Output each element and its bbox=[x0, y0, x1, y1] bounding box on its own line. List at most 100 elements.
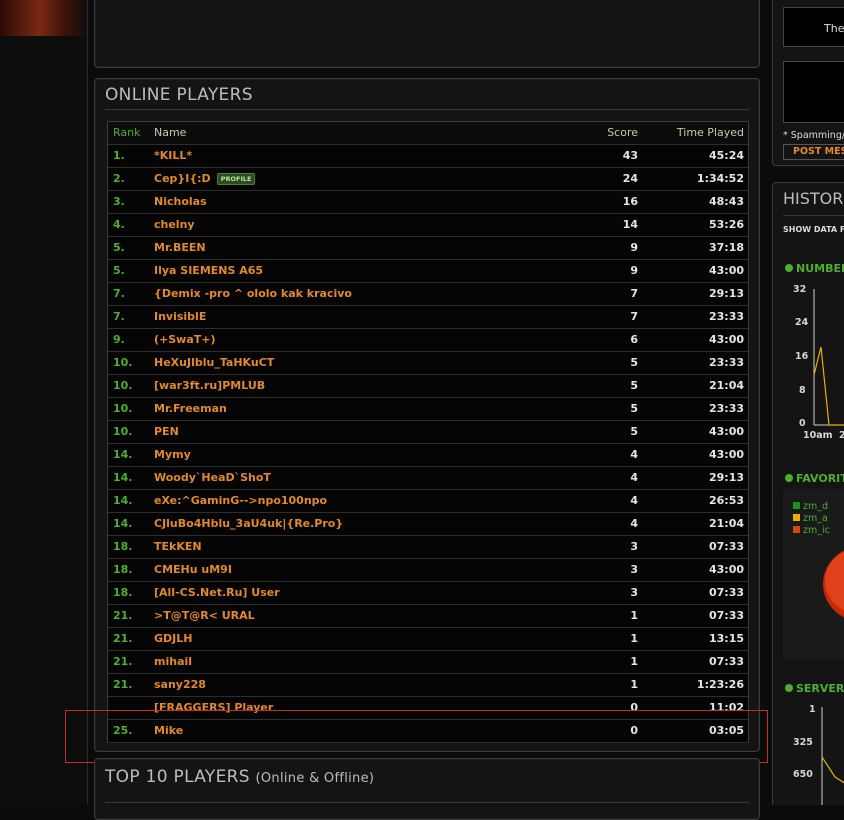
top10-panel: TOP 10 PLAYERS (Online & Offline) bbox=[94, 758, 760, 820]
player-score: 7 bbox=[630, 310, 638, 323]
player-rank: 14. bbox=[113, 448, 133, 461]
player-score: 1 bbox=[630, 609, 638, 622]
player-name-link[interactable]: Cep}I{:D PROFILE bbox=[154, 172, 256, 185]
player-time-played: 03:05 bbox=[708, 724, 744, 737]
table-row: 14. CJluBo4Hblu_3aU4uk|{Re.Pro} 4 21:04 bbox=[108, 513, 748, 536]
player-name-link[interactable]: (+SwaT+) bbox=[154, 333, 216, 346]
player-name-link[interactable]: CJluBo4Hblu_3aU4uk|{Re.Pro} bbox=[154, 517, 343, 530]
player-name-link[interactable]: sany228 bbox=[154, 678, 206, 691]
player-name-link[interactable]: chelny bbox=[154, 218, 195, 231]
player-score: 4 bbox=[630, 517, 638, 530]
table-row: 10. HeXuJlblu_TaHKuCT 5 23:33 bbox=[108, 352, 748, 375]
legend-swatch bbox=[793, 526, 800, 533]
y-tick: 16 bbox=[795, 351, 809, 362]
player-name-link[interactable]: [All-CS.Net.Ru] User bbox=[154, 586, 280, 599]
header-glow bbox=[0, 0, 88, 36]
player-score: 5 bbox=[630, 356, 638, 369]
history-panel: HISTOR SHOW DATA FOR NUMBER 32 24 16 8 0… bbox=[772, 182, 844, 805]
table-row: 14. Woody`HeaD`ShoT 4 29:13 bbox=[108, 467, 748, 490]
table-row: 5. Ilya SIEMENS A65 9 43:00 bbox=[108, 260, 748, 283]
player-name-link[interactable]: Ilya SIEMENS A65 bbox=[154, 264, 263, 277]
player-score: 9 bbox=[630, 241, 638, 254]
player-score: 6 bbox=[630, 333, 638, 346]
score-header[interactable]: Score bbox=[607, 126, 638, 139]
y-tick: 24 bbox=[795, 317, 809, 328]
player-name-link[interactable]: PEN bbox=[154, 425, 179, 438]
profile-badge[interactable]: PROFILE bbox=[216, 173, 256, 185]
player-rank: 4. bbox=[113, 218, 125, 231]
table-row: 2. Cep}I{:D PROFILE 24 1:34:52 bbox=[108, 168, 748, 191]
player-score: 43 bbox=[622, 149, 638, 162]
player-name-link[interactable]: [FRAGGERS] Player bbox=[154, 701, 273, 714]
player-time-played: 1:23:26 bbox=[696, 678, 744, 691]
player-time-played: 43:00 bbox=[708, 425, 744, 438]
player-time-played: 23:33 bbox=[708, 356, 744, 369]
legend-swatch bbox=[793, 502, 800, 509]
player-time-played: 23:33 bbox=[708, 402, 744, 415]
post-message-button[interactable]: POST MES bbox=[783, 144, 844, 160]
player-name-link[interactable]: Mr.BEEN bbox=[154, 241, 206, 254]
player-name-link[interactable]: [war3ft.ru]PMLUB bbox=[154, 379, 265, 392]
player-rank: 7. bbox=[113, 310, 125, 323]
player-name-link[interactable]: HeXuJlblu_TaHKuCT bbox=[154, 356, 274, 369]
server-chart bbox=[821, 707, 844, 805]
player-name-link[interactable]: Mr.Freeman bbox=[154, 402, 227, 415]
shout-message: Ther bbox=[783, 7, 844, 47]
table-row: 10. [war3ft.ru]PMLUB 5 21:04 bbox=[108, 375, 748, 398]
player-name-link[interactable]: InvisiblE bbox=[154, 310, 206, 323]
table-row: 14. Mymy 4 43:00 bbox=[108, 444, 748, 467]
y-tick: 325 bbox=[793, 737, 813, 748]
player-name-link[interactable]: *KILL* bbox=[154, 149, 192, 162]
player-time-played: 07:33 bbox=[708, 586, 744, 599]
player-time-played: 13:15 bbox=[708, 632, 744, 645]
player-rank: 25. bbox=[113, 724, 133, 737]
player-rank: 21. bbox=[113, 655, 133, 668]
player-time-played: 1:34:52 bbox=[696, 172, 744, 185]
bullet-icon bbox=[785, 474, 793, 482]
player-name-link[interactable]: Mike bbox=[154, 724, 183, 737]
player-name-link[interactable]: mihail bbox=[154, 655, 192, 668]
player-name-link[interactable]: CMEHu uM9I bbox=[154, 563, 232, 576]
y-tick: 0 bbox=[799, 418, 806, 429]
player-name-link[interactable]: GDJLH bbox=[154, 632, 192, 645]
player-name-link[interactable]: eXe:^GaminG-->npo100npo bbox=[154, 494, 327, 507]
player-score: 0 bbox=[630, 724, 638, 737]
player-score: 4 bbox=[630, 448, 638, 461]
rank-header[interactable]: Rank bbox=[113, 126, 140, 139]
table-row: 21. >T@T@R< URAL 1 07:33 bbox=[108, 605, 748, 628]
table-row: 18. CMEHu uM9I 3 43:00 bbox=[108, 559, 748, 582]
spam-note: * Spamming/ bbox=[783, 130, 844, 141]
player-score: 14 bbox=[622, 218, 638, 231]
player-name-link[interactable]: Nicholas bbox=[154, 195, 207, 208]
table-row: 14. eXe:^GaminG-->npo100npo 4 26:53 bbox=[108, 490, 748, 513]
player-rank: 21. bbox=[113, 609, 133, 622]
player-time-played: 07:33 bbox=[708, 655, 744, 668]
player-rank: 2. bbox=[113, 172, 125, 185]
table-row: 21. GDJLH 1 13:15 bbox=[108, 628, 748, 651]
player-rank: 9. bbox=[113, 333, 125, 346]
show-data-for[interactable]: SHOW DATA FOR bbox=[783, 225, 844, 234]
players-number-chart bbox=[813, 289, 844, 426]
shoutbox-panel: Ther * Spamming/ POST MES bbox=[772, 0, 844, 166]
player-name-link[interactable]: Mymy bbox=[154, 448, 191, 461]
player-name-link[interactable]: {Demix -pro ^ ololo kak kracivo bbox=[154, 287, 352, 300]
player-rank: 14. bbox=[113, 494, 133, 507]
online-players-table: Rank Name Score Time Played 1. *KILL* 43 45… bbox=[107, 121, 749, 743]
player-name-link[interactable]: Woody`HeaD`ShoT bbox=[154, 471, 271, 484]
player-rank: 5. bbox=[113, 241, 125, 254]
table-row: 9. (+SwaT+) 6 43:00 bbox=[108, 329, 748, 352]
player-name-link[interactable]: >T@T@R< URAL bbox=[154, 609, 255, 622]
player-rank: 3. bbox=[113, 195, 125, 208]
server-section-title: SERVER bbox=[785, 682, 844, 695]
shout-input[interactable] bbox=[783, 61, 844, 123]
name-header[interactable]: Name bbox=[154, 126, 186, 139]
player-time-played: 43:00 bbox=[708, 333, 744, 346]
player-score: 5 bbox=[630, 402, 638, 415]
player-rank: 18. bbox=[113, 563, 133, 576]
player-time-played: 43:00 bbox=[708, 448, 744, 461]
player-score: 9 bbox=[630, 264, 638, 277]
player-score: 7 bbox=[630, 287, 638, 300]
player-name-link[interactable]: TEkKEN bbox=[154, 540, 202, 553]
player-score: 4 bbox=[630, 471, 638, 484]
time-header[interactable]: Time Played bbox=[677, 126, 744, 139]
